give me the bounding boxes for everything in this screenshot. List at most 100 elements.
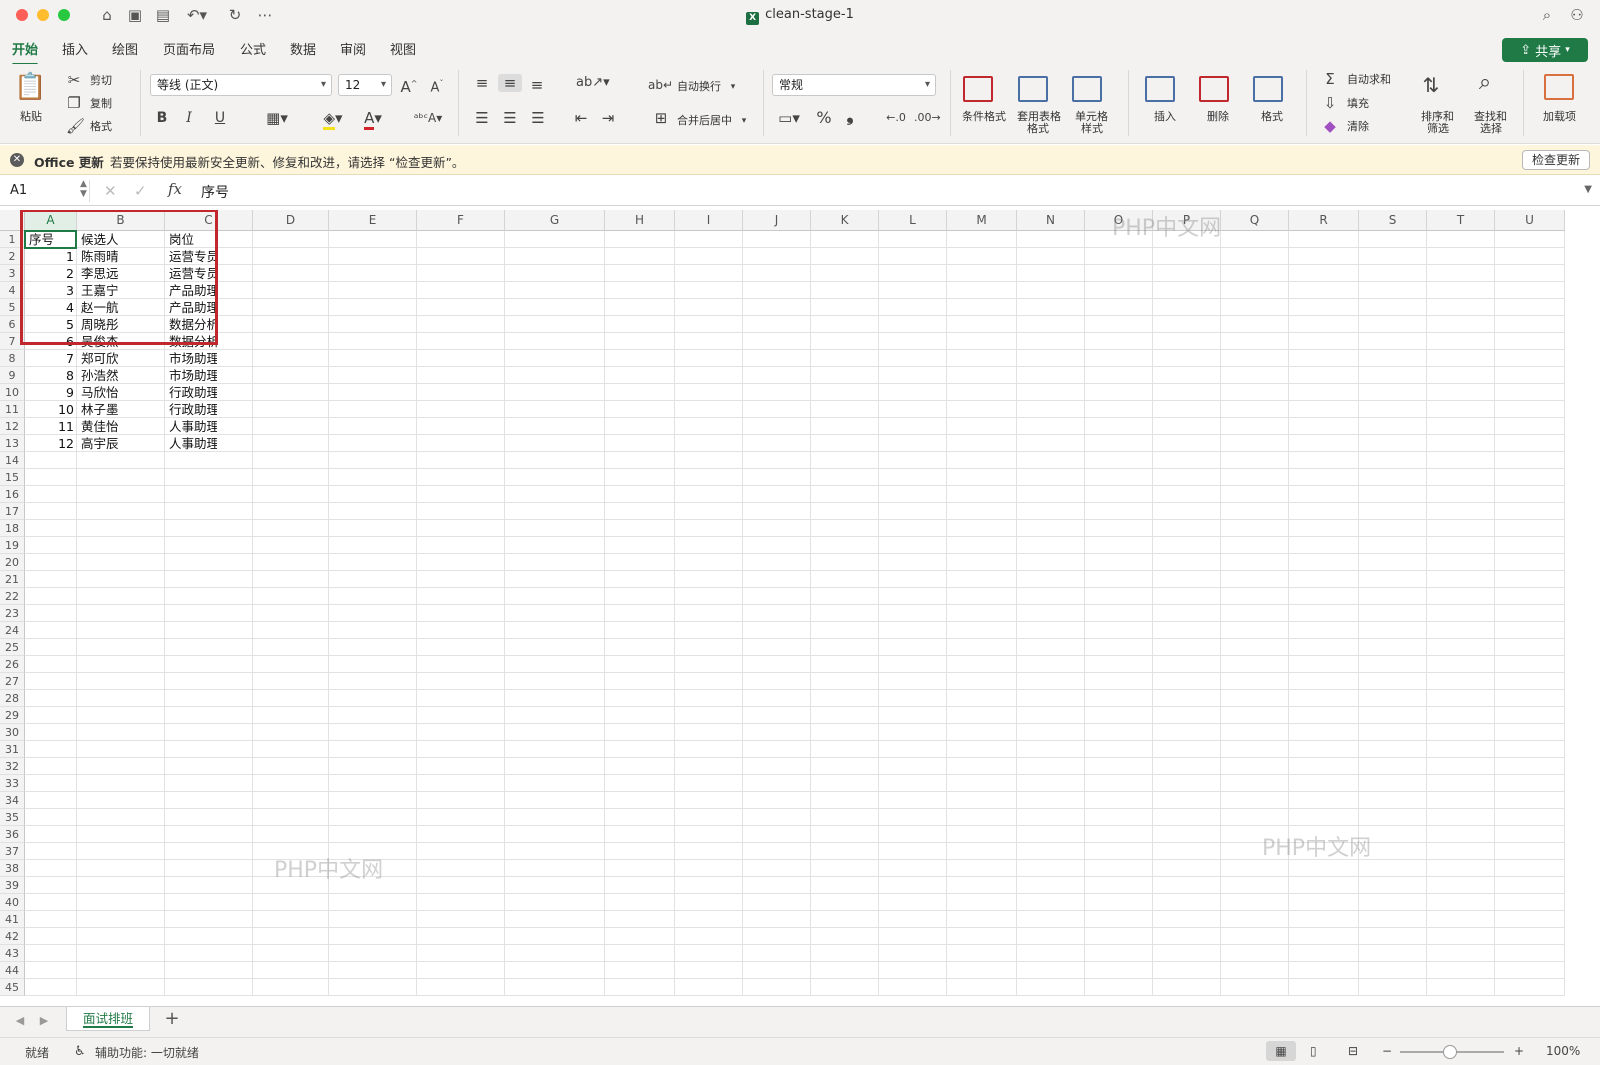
row-header[interactable]: 32: [0, 758, 25, 775]
column-header-h[interactable]: H: [605, 210, 675, 231]
decrease-font-icon[interactable]: Aˇ: [428, 75, 446, 97]
normal-view-icon[interactable]: ▦: [1266, 1041, 1296, 1061]
zoom-level[interactable]: 100%: [1546, 1044, 1580, 1058]
scissors-icon[interactable]: ✂: [66, 71, 82, 89]
row-header[interactable]: 29: [0, 707, 25, 724]
row-header[interactable]: 9: [0, 367, 25, 384]
cell-c10[interactable]: 行政助理: [169, 384, 217, 401]
fill-color-icon[interactable]: ◈▾: [318, 109, 348, 130]
cell-a11[interactable]: 10: [25, 401, 77, 418]
row-header[interactable]: 28: [0, 690, 25, 707]
row-header[interactable]: 40: [0, 894, 25, 911]
zoom-slider-thumb[interactable]: [1443, 1045, 1457, 1059]
enter-icon[interactable]: ✓: [134, 182, 147, 200]
find-select-label-2[interactable]: 选择: [1480, 122, 1502, 135]
phonetic-icon[interactable]: ᵃᵇᶜA▾: [412, 109, 444, 127]
percent-icon[interactable]: %: [815, 109, 833, 127]
tab-home[interactable]: 开始: [12, 39, 39, 66]
add-ins-icon[interactable]: [1544, 74, 1574, 100]
chevron-down-icon[interactable]: ▾: [739, 112, 749, 130]
sheet-tab[interactable]: 面试排班: [66, 1007, 150, 1031]
accessibility-status[interactable]: 辅助功能: 一切就绪: [95, 1044, 199, 1061]
row-header[interactable]: 44: [0, 962, 25, 979]
search-icon[interactable]: ⌕: [1538, 5, 1556, 25]
row-header[interactable]: 10: [0, 384, 25, 401]
column-header-f[interactable]: F: [417, 210, 505, 231]
conditional-format-icon[interactable]: [963, 76, 993, 102]
align-top-icon[interactable]: ≡: [473, 74, 491, 92]
increase-decimal-icon[interactable]: ←.0: [885, 109, 907, 127]
merge-center-label[interactable]: 合并后居中: [677, 114, 732, 127]
align-right-icon[interactable]: ☰: [529, 109, 547, 127]
autosum-label[interactable]: 自动求和: [1347, 73, 1391, 86]
add-sheet-button[interactable]: +: [164, 1010, 180, 1028]
page-layout-view-icon[interactable]: ▯: [1310, 1044, 1317, 1058]
name-box[interactable]: A1: [4, 180, 90, 202]
expand-formula-icon[interactable]: ▼: [1584, 184, 1592, 195]
align-left-icon[interactable]: ☰: [473, 109, 491, 127]
currency-icon[interactable]: ▭▾: [774, 109, 804, 127]
column-header-l[interactable]: L: [879, 210, 947, 231]
format-cells-icon[interactable]: [1253, 76, 1283, 102]
cell-styles-label-2[interactable]: 样式: [1081, 122, 1103, 135]
row-header[interactable]: 42: [0, 928, 25, 945]
row-header[interactable]: 30: [0, 724, 25, 741]
increase-indent-icon[interactable]: ⇥: [599, 109, 617, 127]
row-header[interactable]: 21: [0, 571, 25, 588]
check-updates-button[interactable]: 检查更新: [1522, 150, 1590, 170]
format-painter-label[interactable]: 格式: [90, 120, 112, 133]
font-color-icon[interactable]: A▾: [358, 109, 388, 130]
zoom-in-icon[interactable]: +: [1514, 1044, 1524, 1058]
row-header[interactable]: 19: [0, 537, 25, 554]
column-header-e[interactable]: E: [329, 210, 417, 231]
eraser-icon[interactable]: ◆: [1322, 117, 1338, 135]
column-header-g[interactable]: G: [505, 210, 605, 231]
worksheet-grid[interactable]: A B C D E F G H I J K L M N O P Q R S T U 1 2 3 4 5 6 7 8 9 10 11 12 13 14…: [0, 210, 1600, 1005]
cell-a12[interactable]: 11: [25, 418, 77, 435]
share-button[interactable]: ⇪ 共享 ▾: [1502, 38, 1588, 62]
autosum-icon[interactable]: Σ: [1322, 70, 1338, 88]
name-box-stepper-icon[interactable]: ▲ ▼: [80, 179, 87, 199]
orientation-icon[interactable]: ab↗▾: [576, 74, 610, 92]
column-header-n[interactable]: N: [1017, 210, 1085, 231]
cell-a10[interactable]: 9: [25, 384, 77, 401]
next-sheet-icon[interactable]: ▶: [38, 1012, 50, 1030]
row-header[interactable]: 34: [0, 792, 25, 809]
page-break-view-icon[interactable]: ⊟: [1348, 1044, 1358, 1058]
row-header[interactable]: 18: [0, 520, 25, 537]
prev-sheet-icon[interactable]: ◀: [14, 1012, 26, 1030]
row-header[interactable]: 8: [0, 350, 25, 367]
delete-cells-label[interactable]: 删除: [1207, 110, 1229, 123]
cell-styles-icon[interactable]: [1072, 76, 1102, 102]
cell-a9[interactable]: 8: [25, 367, 77, 384]
insert-cells-label[interactable]: 插入: [1154, 110, 1176, 123]
column-header-k[interactable]: K: [811, 210, 879, 231]
row-header[interactable]: 17: [0, 503, 25, 520]
align-center-icon[interactable]: ☰: [501, 109, 519, 127]
cell-b8[interactable]: 郑可欣: [81, 350, 165, 367]
zoom-out-icon[interactable]: −: [1382, 1044, 1392, 1058]
cell-b9[interactable]: 孙浩然: [81, 367, 165, 384]
cell-c11[interactable]: 行政助理: [169, 401, 217, 418]
format-cells-label[interactable]: 格式: [1261, 110, 1283, 123]
cell-c13[interactable]: 人事助理: [169, 435, 217, 452]
tab-view[interactable]: 视图: [390, 39, 416, 58]
decrease-indent-icon[interactable]: ⇤: [572, 109, 590, 127]
column-header-i[interactable]: I: [675, 210, 743, 231]
paste-icon[interactable]: 📋: [14, 72, 46, 102]
wrap-text-label[interactable]: 自动换行: [677, 80, 721, 93]
row-header[interactable]: 20: [0, 554, 25, 571]
align-middle-icon[interactable]: ≡: [498, 74, 522, 92]
chevron-down-icon[interactable]: ▾: [728, 78, 738, 96]
underline-icon[interactable]: U: [208, 109, 232, 127]
tab-review[interactable]: 审阅: [340, 39, 366, 58]
row-header[interactable]: 22: [0, 588, 25, 605]
cell-b11[interactable]: 林子墨: [81, 401, 165, 418]
tab-insert[interactable]: 插入: [62, 39, 88, 58]
font-size-select[interactable]: 12 ▾: [338, 74, 392, 96]
tab-page-layout[interactable]: 页面布局: [163, 39, 215, 58]
row-header[interactable]: 38: [0, 860, 25, 877]
account-icon[interactable]: ⚇: [1568, 5, 1586, 25]
row-header[interactable]: 33: [0, 775, 25, 792]
cell-b10[interactable]: 马欣怡: [81, 384, 165, 401]
